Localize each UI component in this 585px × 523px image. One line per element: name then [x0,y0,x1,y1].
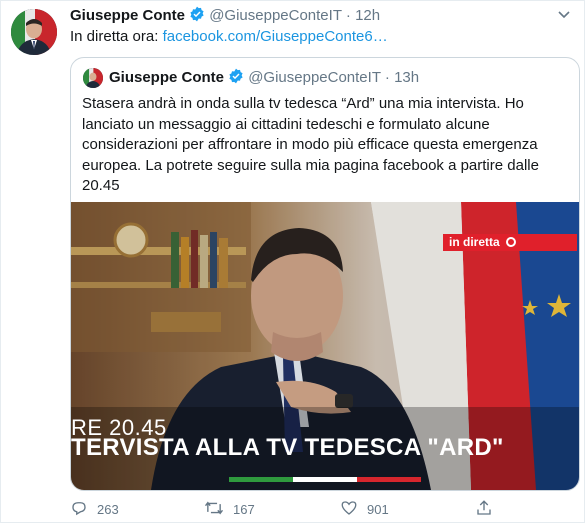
tweet-text: In diretta ora: facebook.com/GiuseppeCon… [70,28,388,45]
flag-stripe-white [293,477,357,482]
quoted-author-avatar [83,68,103,88]
like-action[interactable]: 901 [340,499,389,520]
reply-icon[interactable] [70,499,88,520]
tweet-text-prefix: In diretta ora: [70,28,163,45]
live-icon [505,237,516,247]
share-action[interactable] [475,499,493,520]
heart-icon[interactable] [340,499,358,520]
retweet-icon[interactable] [204,499,224,520]
flag-stripe-red [357,477,421,482]
quoted-author-name: Giuseppe Conte [109,69,225,86]
quoted-header: Giuseppe Conte @GiuseppeConteIT · 13h [109,68,419,88]
overlay-title: TERVISTA ALLA TV TEDESCA "ARD" [71,434,504,461]
flag-stripe-green [229,477,293,482]
quoted-tweet[interactable]: Giuseppe Conte @GiuseppeConteIT · 13h St… [70,57,580,491]
verified-badge-icon [189,6,205,26]
dot-separator: · [384,69,390,86]
tweet-header: Giuseppe Conte @GiuseppeConteIT · 12h [70,6,380,26]
author-avatar[interactable] [11,9,57,55]
reply-action[interactable]: 263 [70,499,119,520]
live-badge: in diretta [443,234,577,251]
reply-count: 263 [97,502,119,517]
dot-separator: · [345,7,351,24]
share-icon[interactable] [475,499,493,520]
tweet-link[interactable]: facebook.com/GiuseppeConte6… [163,28,388,45]
tweet-time[interactable]: 12h [355,7,380,24]
quoted-tweet-text: Stasera andrà in onda sulla tv tedesca “… [82,95,539,194]
retweet-count: 167 [233,502,255,517]
verified-badge-icon [228,68,244,88]
retweet-action[interactable]: 167 [204,499,255,520]
like-count: 901 [367,502,389,517]
author-name[interactable]: Giuseppe Conte [70,7,185,24]
live-badge-label: in diretta [449,235,500,249]
quoted-tweet-time: 13h [394,69,420,86]
tweet-actions: 263 167 901 [70,499,550,519]
chevron-down-icon[interactable] [555,8,573,22]
quoted-media-image[interactable]: in diretta RE 20.45 TERVISTA ALLA TV TED… [71,202,579,490]
author-handle[interactable]: @GiuseppeConteIT [209,7,342,24]
quoted-author-handle: @GiuseppeConteIT [248,69,381,86]
